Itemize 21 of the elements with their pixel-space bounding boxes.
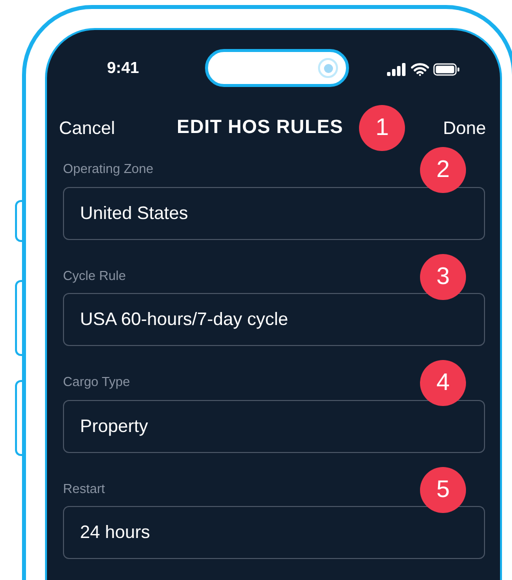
input-field[interactable]: United States bbox=[63, 186, 485, 240]
field-label: Cargo Type bbox=[63, 373, 130, 391]
callout-marker: 4 bbox=[420, 360, 466, 406]
callout-marker: 1 bbox=[359, 105, 406, 151]
callout-marker: 2 bbox=[420, 147, 466, 193]
input-field[interactable]: USA 60-hours/7-day cycle bbox=[63, 293, 485, 346]
field-label: Cycle Rule bbox=[63, 266, 126, 285]
input-field[interactable]: Property bbox=[63, 400, 485, 452]
status-time: 9:41 bbox=[107, 59, 140, 79]
callout-marker: 3 bbox=[420, 254, 466, 300]
field-label: Restart bbox=[63, 480, 105, 498]
screen-title: EDIT HOS RULES bbox=[176, 116, 344, 140]
camera-icon bbox=[318, 58, 338, 78]
field-label: Operating Zone bbox=[63, 160, 154, 178]
cancel-button[interactable]: Cancel bbox=[59, 114, 116, 142]
done-button[interactable]: Done bbox=[442, 114, 486, 142]
wifi-icon bbox=[411, 62, 429, 76]
callout-marker: 5 bbox=[420, 466, 466, 512]
signal-icon bbox=[387, 62, 407, 76]
battery-icon bbox=[433, 62, 460, 76]
input-field[interactable]: 24 hours bbox=[63, 506, 485, 559]
